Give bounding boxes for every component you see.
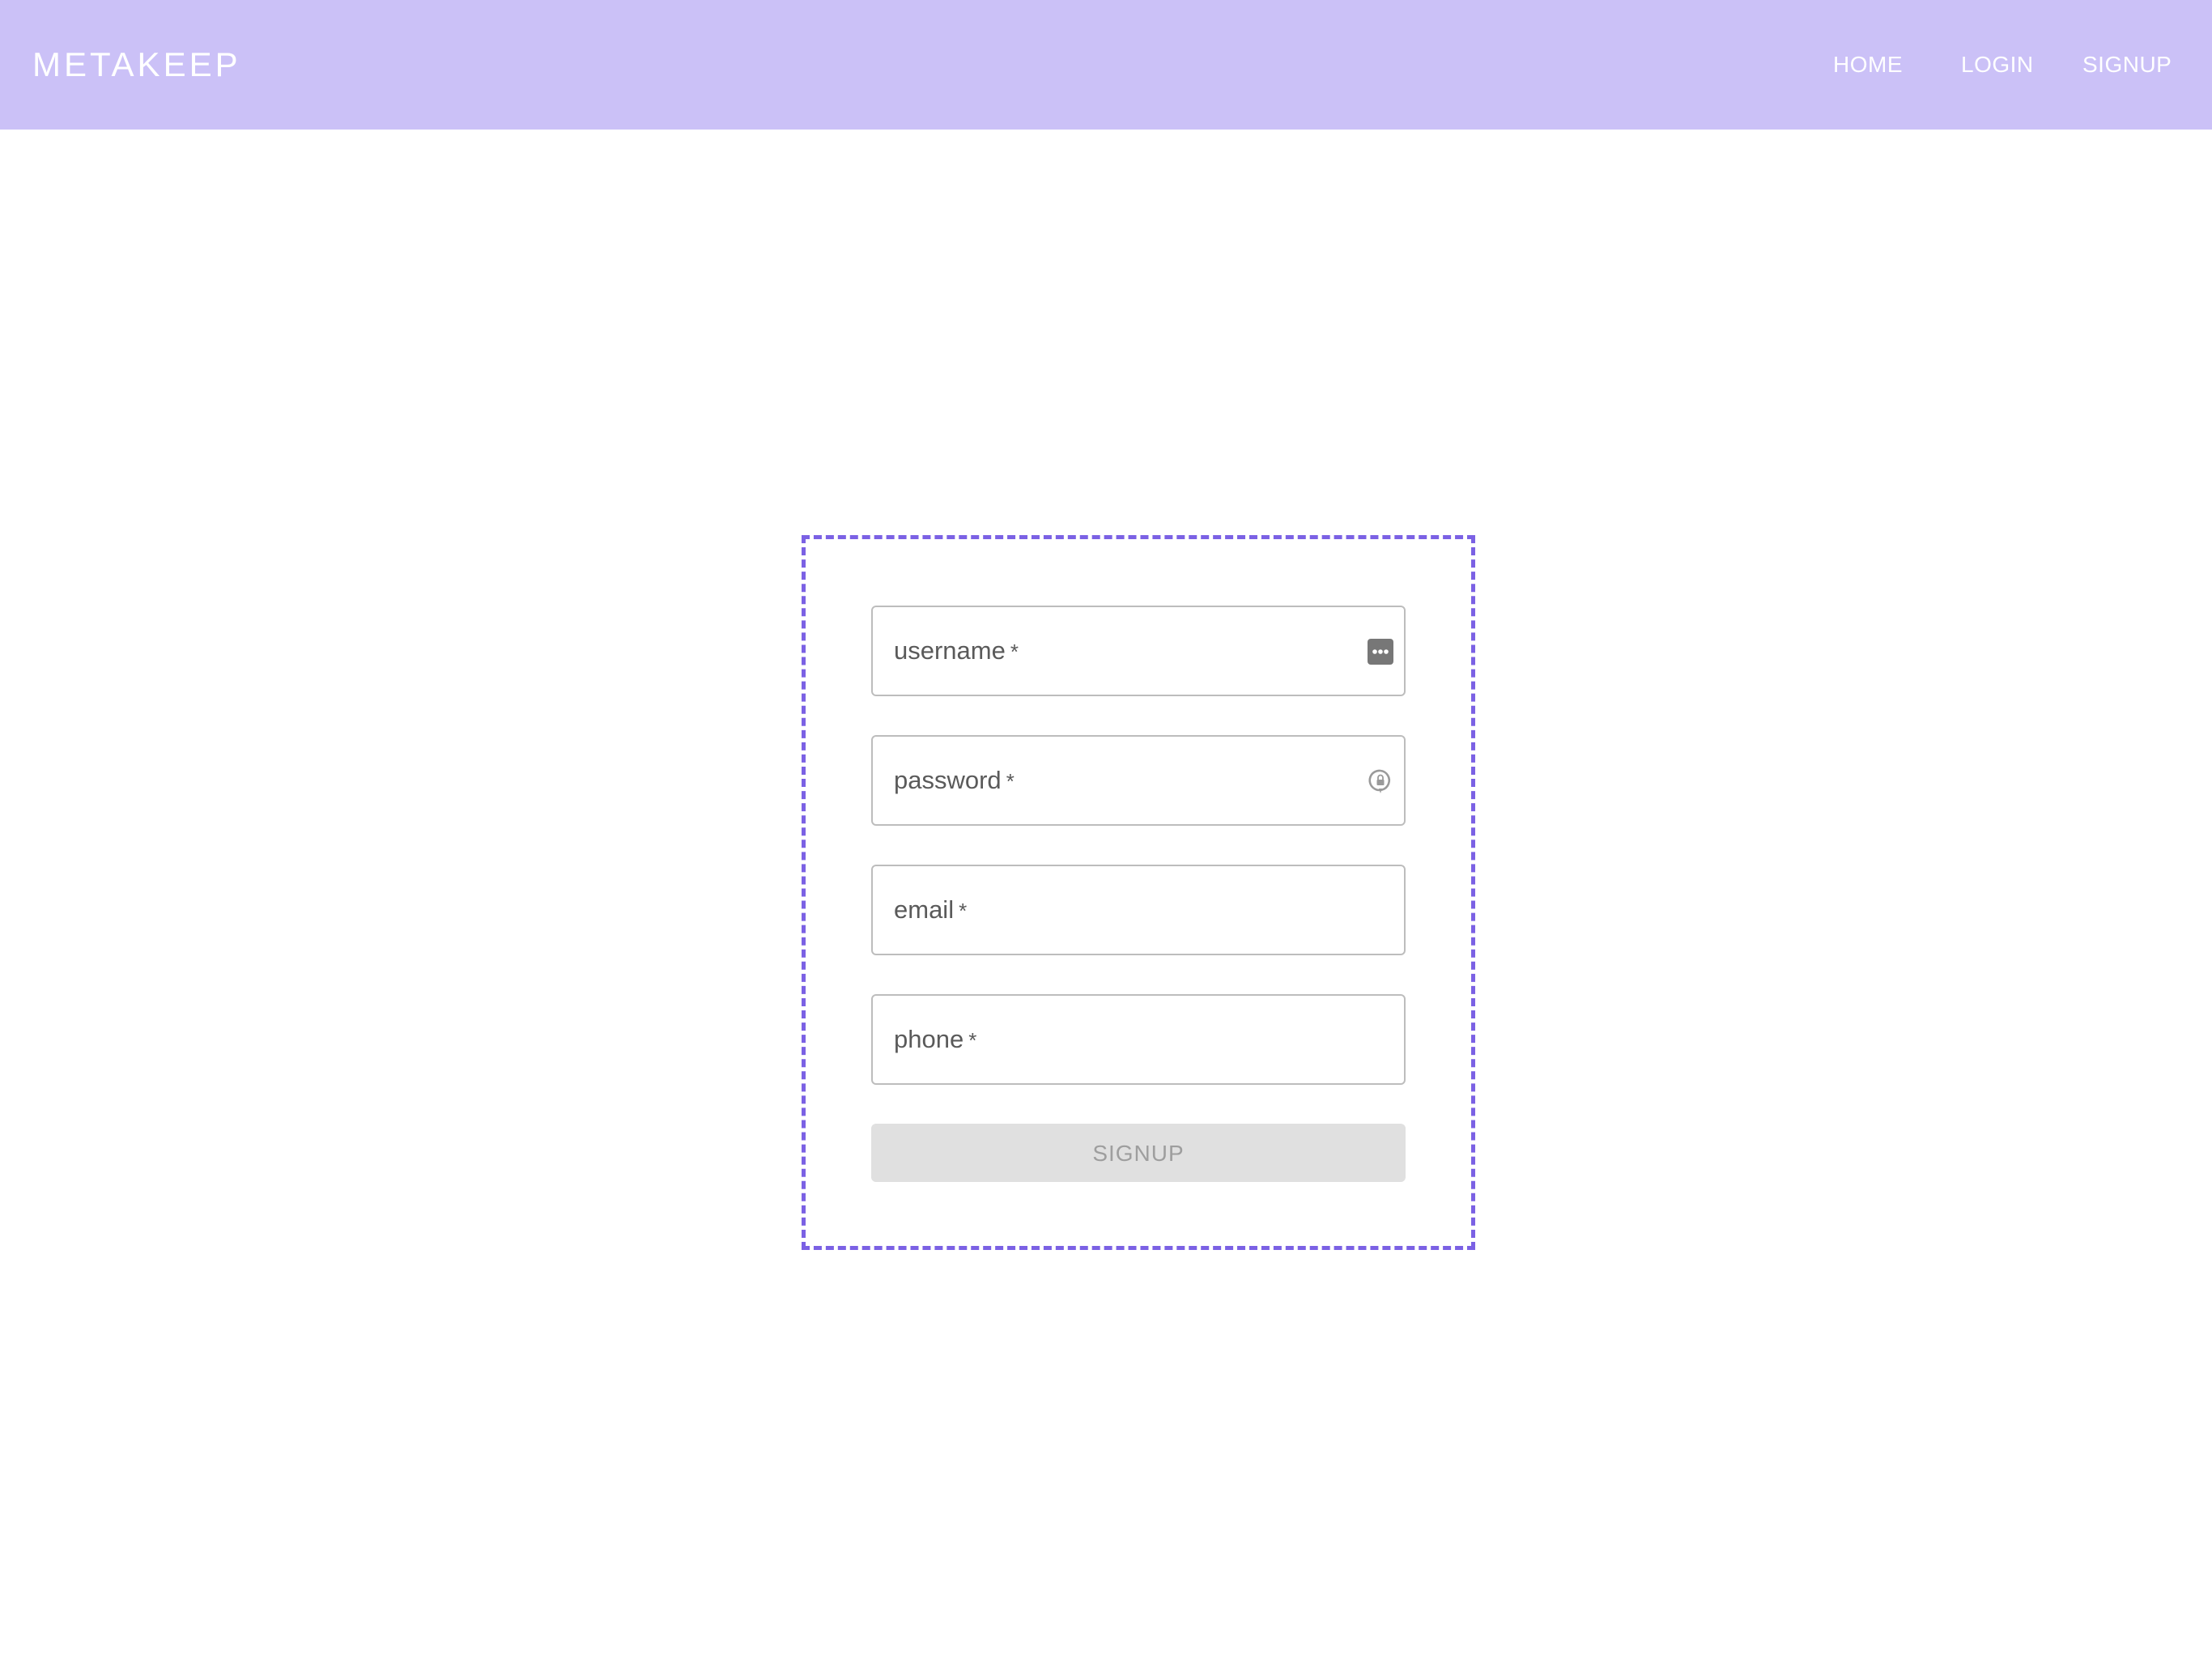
brand-logo-text[interactable]: METAKEEP (32, 45, 241, 84)
phone-label: phone * (894, 1025, 977, 1053)
signup-submit-button[interactable]: SIGNUP (871, 1124, 1406, 1182)
more-dots-icon[interactable] (1367, 638, 1394, 665)
nav-signup-link[interactable]: SIGNUP (2082, 52, 2172, 78)
required-asterisk: * (1006, 769, 1015, 793)
required-asterisk: * (959, 899, 968, 923)
nav-home-link[interactable]: HOME (1833, 52, 1903, 78)
email-label: email * (894, 895, 968, 924)
password-lock-icon[interactable] (1367, 767, 1394, 795)
username-field[interactable]: username * (871, 606, 1406, 696)
password-label: password * (894, 766, 1015, 794)
email-field[interactable]: email * (871, 865, 1406, 955)
username-label: username * (894, 636, 1019, 665)
nav-login-link[interactable]: LOGIN (1961, 52, 2034, 78)
required-asterisk: * (1010, 640, 1019, 664)
app-header: METAKEEP HOME LOGIN SIGNUP (0, 0, 2212, 130)
phone-field[interactable]: phone * (871, 994, 1406, 1085)
password-field[interactable]: password * (871, 735, 1406, 826)
required-asterisk: * (968, 1028, 977, 1052)
